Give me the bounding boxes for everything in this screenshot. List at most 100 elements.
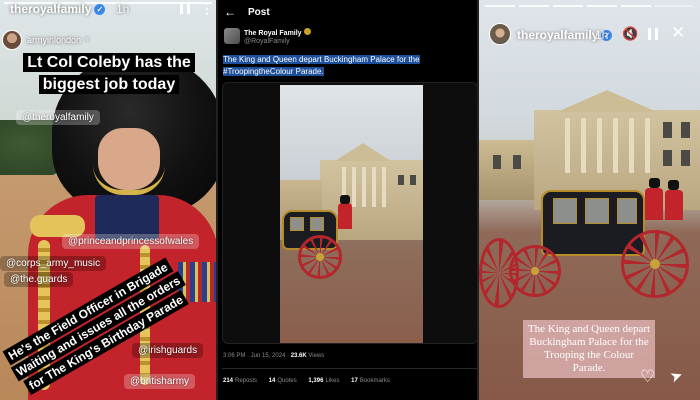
story-progress-segment: [485, 5, 515, 7]
pause-icon[interactable]: [180, 2, 190, 14]
story-username-text[interactable]: theroyalfamily: [10, 2, 91, 16]
reposts-label: Reposts: [235, 378, 258, 384]
palace-column: [645, 118, 650, 173]
timestamp-text: 3:06 PM · Jun 15, 2024 ·: [223, 353, 291, 359]
account-name[interactable]: The Royal Family: [244, 28, 311, 37]
likes-count: 1,396: [308, 378, 324, 384]
mention-tag-the-guards[interactable]: @the.guards: [4, 272, 74, 287]
palace-window: [663, 150, 672, 166]
palace-window: [513, 155, 521, 169]
palace-window: [410, 175, 416, 185]
repost-avatar[interactable]: [2, 30, 22, 50]
bookmarks-label: Bookmarks: [359, 378, 390, 384]
palace-window: [493, 155, 501, 169]
more-icon[interactable]: ⋮: [200, 0, 214, 17]
footman: [645, 188, 663, 220]
quotes-count: 14: [268, 378, 276, 384]
post-video-frame[interactable]: [280, 85, 423, 343]
carriage-window: [553, 198, 577, 224]
carriage-window: [290, 217, 304, 231]
back-arrow-icon[interactable]: ←: [224, 5, 236, 19]
palace-column: [613, 118, 618, 173]
palace-column: [581, 118, 586, 173]
reposted-from-username[interactable]: armyinlondon: [27, 35, 92, 45]
post-header-title: Post: [248, 7, 270, 18]
story-progress-segment: [519, 5, 549, 7]
footman: [338, 203, 352, 229]
screenshot-collage: theroyalfamily ✓ 1h ⋮ armyinlondon Lt Col…: [0, 0, 700, 400]
mention-tag-princeandprincessofwales[interactable]: @princeandprincessofwales: [62, 234, 200, 249]
carriage-window: [617, 198, 637, 224]
reposts-count: 214: [223, 378, 234, 384]
mention-tag-britisharmy[interactable]: @britisharmy: [124, 374, 196, 389]
story-avatar[interactable]: [489, 23, 511, 45]
views-count: 23.6K: [290, 353, 307, 359]
bookmarks-count: 17: [351, 378, 358, 384]
story-headline-text: Lt Col Coleby has the biggest job today: [23, 53, 195, 94]
story-progress-segment: [621, 5, 651, 7]
mention-tag-irishguards[interactable]: @irishguards: [132, 343, 204, 358]
carriage-window: [585, 198, 609, 224]
story-caption: The King and Queen depart Buckingham Pal…: [523, 320, 655, 378]
heart-icon[interactable]: ♡: [640, 367, 655, 387]
post-text: The King and Queen depart Buckingham Pal…: [223, 54, 453, 78]
palace-column: [382, 167, 386, 207]
story-progress-segment: [587, 5, 617, 7]
palace-window: [681, 150, 690, 166]
likes-stat[interactable]: 1,396 Likes: [308, 378, 339, 384]
palace-column: [362, 167, 366, 207]
story-progress-segment: [553, 5, 583, 7]
mention-tag-corps-army-music[interactable]: @corps_army_music: [0, 256, 107, 271]
story-time: 1h: [595, 28, 609, 42]
palace-window: [398, 175, 404, 185]
bookmarks-stat[interactable]: 17 Bookmarks: [351, 378, 390, 384]
carriage-window: [310, 217, 324, 231]
account-avatar[interactable]: [224, 28, 240, 44]
left-story-panel: theroyalfamily ✓ 1h ⋮ armyinlondon Lt Col…: [0, 0, 216, 400]
mute-icon[interactable]: 🔇: [622, 26, 638, 42]
mention-tag-theroyalfamily[interactable]: @theroyalfamily: [16, 110, 100, 125]
post-timestamp: 3:06 PM · Jun 15, 2024 · 23.6K Views: [223, 353, 324, 359]
footman-hat: [649, 178, 660, 188]
verified-icon: [83, 35, 92, 43]
palace-column: [629, 118, 634, 173]
palace-column: [597, 118, 602, 173]
palace-window: [681, 122, 690, 138]
reposted-from-text[interactable]: armyinlondon: [27, 35, 81, 45]
x-post-panel: ← Post The Royal Family @RoyalFamily The…: [216, 0, 479, 400]
story-username[interactable]: theroyalfamily ✓: [10, 2, 106, 16]
pause-icon[interactable]: [648, 28, 658, 40]
verified-icon: ✓: [94, 4, 106, 15]
views-label: Views: [306, 353, 325, 359]
footman-hat: [668, 180, 679, 190]
wheel-hub: [650, 259, 660, 269]
palace-wing: [479, 140, 539, 200]
wheel-hub: [316, 253, 324, 261]
story-progress-segment: [655, 5, 693, 7]
palace-pediment: [335, 143, 391, 161]
quotes-label: Quotes: [277, 378, 297, 384]
send-icon[interactable]: ➤: [667, 365, 686, 386]
account-name-text[interactable]: The Royal Family: [244, 30, 302, 37]
wheel-hub: [531, 267, 539, 275]
verified-icon: [303, 28, 311, 35]
footman: [665, 190, 683, 220]
quotes-stat[interactable]: 14 Quotes: [269, 378, 297, 384]
palace-column: [372, 167, 376, 207]
palace-window: [663, 122, 672, 138]
post-engagement-stats: 214 Reposts 14 Quotes 1,396 Likes 17 Bookmar…: [223, 378, 400, 384]
reposts-stat[interactable]: 214 Reposts: [223, 378, 257, 384]
post-text-selected: The King and Queen depart Buckingham Pal…: [223, 55, 420, 76]
palace-column: [565, 118, 570, 173]
likes-label: Likes: [325, 378, 340, 384]
divider: [222, 368, 477, 369]
right-story-panel: theroyalfamily ✓ 1h 🔇 ✕ The King and Quee…: [479, 0, 700, 400]
palace-pediment: [557, 90, 657, 112]
palace-column: [352, 167, 356, 207]
story-headline: Lt Col Coleby has the biggest job today: [14, 52, 204, 96]
close-icon[interactable]: ✕: [671, 23, 685, 43]
footman-hat: [340, 195, 350, 204]
story-username-text[interactable]: theroyalfamily: [517, 28, 598, 42]
story-time: 1h: [116, 2, 130, 16]
account-handle[interactable]: @RoyalFamily: [244, 38, 290, 45]
